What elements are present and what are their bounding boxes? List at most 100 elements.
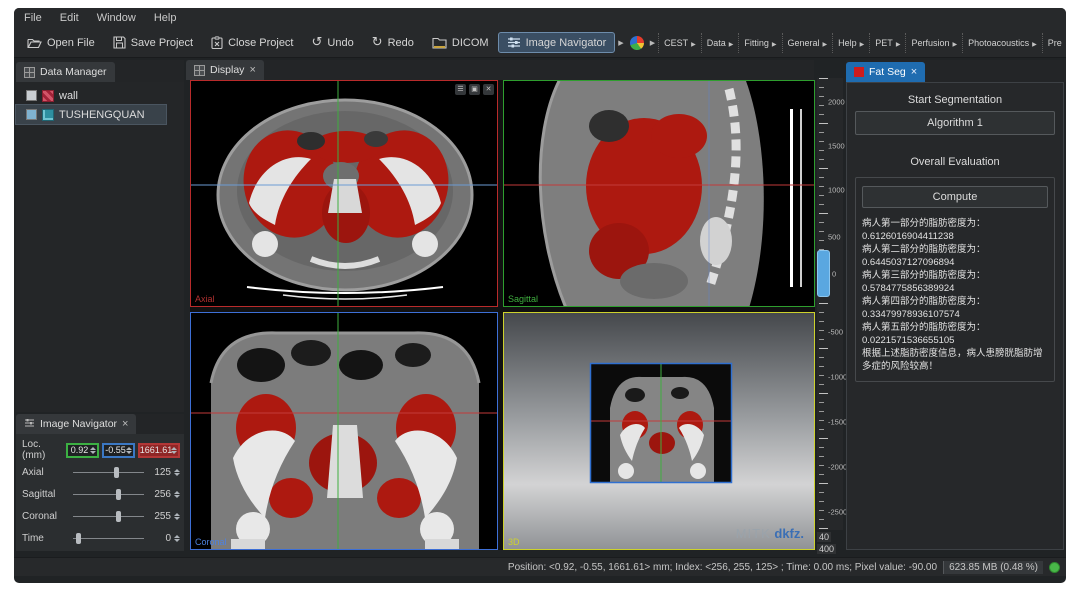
toolbar-menu-fitting[interactable]: Fitting [738, 33, 781, 53]
toolbar-menu-help[interactable]: Help [832, 33, 869, 53]
result-line: 病人第三部分的脂肪密度为：0.5784775856389924 [862, 269, 1048, 295]
spinner-arrows-icon[interactable] [174, 491, 180, 498]
viewport-sagittal[interactable]: Sagittal [503, 80, 815, 307]
close-project-button[interactable]: Close Project [202, 32, 302, 53]
spinner-arrows-icon[interactable] [90, 445, 96, 456]
data-node-tushengquan[interactable]: TUSHENGQUAN [16, 105, 166, 124]
close-project-icon [211, 36, 223, 49]
close-icon[interactable] [249, 64, 255, 76]
dicom-label: DICOM [452, 37, 489, 49]
menu-window[interactable]: Window [97, 12, 136, 24]
tab-data-manager[interactable]: Data Manager [16, 62, 115, 82]
image-navigator-button[interactable]: Image Navigator [498, 32, 616, 53]
time-slider[interactable] [73, 531, 144, 545]
save-project-button[interactable]: Save Project [104, 32, 202, 53]
toolbar-menu-photoacoustics[interactable]: Photoacoustics [962, 33, 1042, 53]
cursor-position-text: Position: <0.92, -0.55, 1661.61> mm; Ind… [508, 562, 937, 573]
threed-scene [504, 313, 815, 550]
compute-button[interactable]: Compute [862, 186, 1048, 208]
level-window-values: 40 400 [817, 532, 843, 556]
submenu-arrow-icon [823, 38, 828, 48]
overall-evaluation-header: Overall Evaluation [855, 151, 1055, 173]
image-navigator-icon [24, 418, 35, 431]
time-slider-value[interactable]: 0 [147, 533, 171, 544]
toolbar-menu-preprocessing[interactable]: Preprocessing [1042, 33, 1062, 53]
window-level-value[interactable]: 40 [817, 532, 831, 542]
data-manager-panel: Data Manager wall TUSHENGQUAN [16, 60, 184, 412]
toolbar-menu-data[interactable]: Data [701, 33, 739, 53]
dicom-button[interactable]: DICOM [423, 32, 498, 53]
ruler-label: 2000 [828, 97, 845, 106]
tab-display[interactable]: Display [186, 60, 264, 80]
axial-slider-value[interactable]: 125 [147, 467, 171, 478]
time-slider-label: Time [22, 533, 70, 544]
open-file-button[interactable]: Open File [18, 32, 104, 53]
tab-fat-seg[interactable]: Fat Seg [846, 62, 925, 82]
viewport-label-sagittal: Sagittal [508, 294, 538, 304]
toolbar-menu-pet[interactable]: PET [869, 33, 905, 53]
menu-help[interactable]: Help [154, 12, 177, 24]
spinner-arrows-icon[interactable] [171, 445, 177, 456]
memory-status-icon [1049, 562, 1060, 573]
segmentation-node-icon [42, 90, 54, 102]
viewport-settings-icon[interactable]: ✕ [483, 84, 494, 95]
toolbar-menu-cest[interactable]: CEST [658, 33, 701, 53]
loc-z-spinbox[interactable]: 1661.61 [138, 443, 180, 458]
coronal-slider-value[interactable]: 255 [147, 511, 171, 522]
level-window-slider[interactable]: 2000 1500 1000 500 0 -500 -1000 -1500 -2… [817, 78, 843, 530]
window-width-value[interactable]: 400 [817, 544, 836, 554]
undo-button[interactable]: ↺ Undo [303, 33, 363, 53]
algorithm-1-button[interactable]: Algorithm 1 [855, 111, 1055, 135]
tab-image-navigator[interactable]: Image Navigator [16, 414, 136, 434]
memory-usage: 623.85 MB (0.48 %) [943, 561, 1043, 574]
loc-y-spinbox[interactable]: -0.55 [102, 443, 135, 458]
redo-button[interactable]: ↻ Redo [363, 33, 423, 53]
submenu-arrow-icon [772, 38, 777, 48]
image-node-icon [42, 109, 54, 121]
color-wheel-icon[interactable] [630, 36, 644, 50]
viewport-menu-icon[interactable]: ☰ [455, 84, 466, 95]
submenu-arrow-icon [691, 38, 696, 48]
viewport-maximize-icon[interactable]: ▣ [469, 84, 480, 95]
save-project-label: Save Project [131, 37, 193, 49]
menu-file[interactable]: File [24, 12, 42, 24]
sagittal-slider[interactable] [73, 487, 144, 501]
evaluation-results: 病人第一部分的脂肪密度为：0.6126016904411238 病人第二部分的脂… [862, 217, 1048, 373]
image-navigator-icon [507, 36, 521, 49]
submenu-arrow-icon [1032, 38, 1037, 48]
submenu-arrow-icon [896, 38, 901, 48]
level-window-handle[interactable] [817, 250, 830, 297]
display-tabbar: Display [186, 60, 814, 80]
color-wheel-arrow-icon[interactable]: ▶ [647, 39, 658, 47]
open-file-label: Open File [47, 37, 95, 49]
viewport-coronal[interactable]: Coronal [190, 312, 498, 550]
view-menus: CEST Data Fitting General Help PET Perfu… [658, 33, 1062, 53]
data-manager-tabbar: Data Manager [16, 60, 184, 82]
spinner-arrows-icon[interactable] [126, 445, 132, 456]
ruler-label: 1000 [828, 186, 845, 195]
spinner-arrows-icon[interactable] [174, 535, 180, 542]
spinner-arrows-icon[interactable] [174, 513, 180, 520]
viewport-axial[interactable]: ☰ ▣ ✕ Axial [190, 80, 498, 307]
sagittal-slider-value[interactable]: 256 [147, 489, 171, 500]
close-icon[interactable] [122, 418, 128, 430]
menu-edit[interactable]: Edit [60, 12, 79, 24]
result-line: 病人第五部分的脂肪密度为：0.0221571536655105 [862, 321, 1048, 347]
ruler-label: -2000 [828, 463, 847, 472]
redo-label: Redo [388, 37, 414, 49]
loc-x-spinbox[interactable]: 0.92 [66, 443, 99, 458]
coronal-ct-image [191, 313, 498, 550]
data-node-wall[interactable]: wall [16, 86, 184, 105]
toolbar-menu-perfusion[interactable]: Perfusion [905, 33, 962, 53]
spinner-arrows-icon[interactable] [174, 469, 180, 476]
axial-slider[interactable] [73, 465, 144, 479]
close-icon[interactable] [911, 66, 917, 78]
toolbar-overflow-arrow-icon[interactable]: ▶ [615, 39, 626, 47]
visibility-checkbox[interactable] [26, 109, 37, 120]
visibility-checkbox[interactable] [26, 90, 37, 101]
coronal-slider[interactable] [73, 509, 144, 523]
viewport-3d[interactable]: MITK dkfz. 3D [503, 312, 815, 550]
image-navigator-panel: Loc. (mm) 0.92 -0.55 1661.61 Axial 125 S… [16, 434, 184, 551]
toolbar-menu-general[interactable]: General [782, 33, 833, 53]
redo-icon: ↻ [372, 37, 383, 48]
